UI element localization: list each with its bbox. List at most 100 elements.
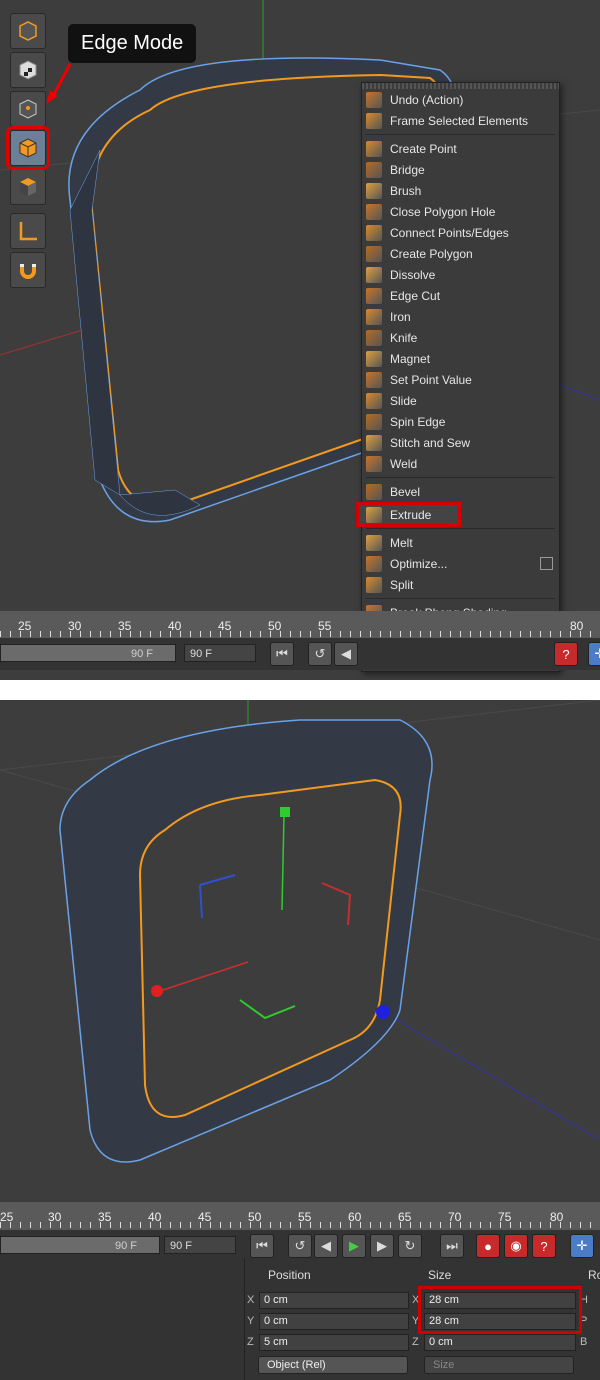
bridge-icon xyxy=(366,161,382,178)
menu-item-edge-cut[interactable]: Edge Cut xyxy=(362,285,559,306)
help-icon[interactable]: ? xyxy=(554,642,578,666)
create-point-icon xyxy=(366,140,382,157)
pos-z-field[interactable]: 5 cm xyxy=(259,1334,409,1351)
go-to-start-icon[interactable]: ⏮ xyxy=(270,642,294,666)
split-icon xyxy=(366,576,382,593)
edge-cut-icon xyxy=(366,287,382,304)
end-frame-label: 90 F xyxy=(130,648,153,660)
position-header: Position xyxy=(268,1268,311,1282)
menu-item-knife[interactable]: Knife xyxy=(362,327,559,348)
undo-icon xyxy=(366,91,382,108)
melt-icon xyxy=(366,534,382,551)
menu-item-undo[interactable]: Undo (Action) xyxy=(362,89,559,110)
edge-mode-tooltip: Edge Mode xyxy=(68,24,197,63)
frame-icon xyxy=(366,112,382,129)
size-highlight-box xyxy=(418,1286,582,1334)
timeline-ruler-bottom[interactable]: 25 30 35 40 45 50 55 60 65 70 75 80 xyxy=(0,1202,600,1230)
menu-item-label: Weld xyxy=(390,456,418,471)
menu-item-stitch[interactable]: Stitch and Sew xyxy=(362,432,559,453)
menu-item-slide[interactable]: Slide xyxy=(362,390,559,411)
loop-icon[interactable]: ↺ xyxy=(288,1234,312,1258)
menu-item-label: Connect Points/Edges xyxy=(390,225,509,240)
close-hole-icon xyxy=(366,203,382,220)
menu-item-label: Split xyxy=(390,577,414,592)
coordinate-mode-dropdown[interactable]: Object (Rel) xyxy=(258,1356,408,1374)
size-header: Size xyxy=(428,1268,452,1282)
step-back-icon[interactable]: ◀ xyxy=(334,642,358,666)
menu-item-label: Create Point xyxy=(390,141,457,156)
autokey-icon[interactable]: ◉ xyxy=(504,1234,528,1258)
menu-item-label: Bevel xyxy=(390,484,421,499)
move-tool-icon[interactable]: ✛ xyxy=(570,1234,594,1258)
pos-x-field[interactable]: 0 cm xyxy=(259,1292,409,1309)
pos-z-label: Z xyxy=(247,1336,254,1348)
menu-item-connect[interactable]: Connect Points/Edges xyxy=(362,222,559,243)
menu-item-optimize[interactable]: Optimize... xyxy=(362,553,559,574)
viewport-3d-bottom[interactable] xyxy=(0,700,600,1200)
model-mode-icon[interactable] xyxy=(10,13,46,49)
stitch-icon xyxy=(366,434,382,451)
menu-item-split[interactable]: Split xyxy=(362,574,559,595)
menu-separator xyxy=(366,598,555,599)
record-key-icon[interactable]: ● xyxy=(476,1234,500,1258)
step-back-icon[interactable]: ◀ xyxy=(314,1234,338,1258)
knife-icon xyxy=(366,329,382,346)
menu-item-extrude[interactable]: Extrude xyxy=(356,502,461,527)
menu-item-label: Brush xyxy=(390,183,422,198)
loop-icon[interactable]: ↺ xyxy=(308,642,332,666)
menu-item-label: Iron xyxy=(390,309,411,324)
snap-magnet-icon[interactable] xyxy=(10,252,46,288)
size-z-label: Z xyxy=(412,1336,419,1348)
play-icon[interactable]: ▶ xyxy=(342,1234,366,1258)
menu-item-close-hole[interactable]: Close Polygon Hole xyxy=(362,201,559,222)
size-z-field[interactable]: 0 cm xyxy=(424,1334,576,1351)
menu-item-create-polygon[interactable]: Create Polygon xyxy=(362,243,559,264)
menu-item-melt[interactable]: Melt xyxy=(362,532,559,553)
step-forward-icon[interactable]: ▶ xyxy=(370,1234,394,1258)
rot-b-label: B xyxy=(580,1336,588,1348)
axis-icon[interactable] xyxy=(10,213,46,249)
go-to-start-icon[interactable]: ⏮ xyxy=(250,1234,274,1258)
menu-item-label: Frame Selected Elements xyxy=(390,113,529,128)
polygon-mode-icon[interactable] xyxy=(10,169,46,205)
menu-item-brush[interactable]: Brush xyxy=(362,180,559,201)
menu-item-create-point[interactable]: Create Point xyxy=(362,138,559,159)
menu-item-label: Knife xyxy=(390,330,418,345)
move-tool-icon[interactable]: ✛ xyxy=(588,642,600,666)
magnet-icon xyxy=(366,350,382,367)
help-icon[interactable]: ? xyxy=(532,1234,556,1258)
menu-item-bridge[interactable]: Bridge xyxy=(362,159,559,180)
spin-edge-icon xyxy=(366,413,382,430)
menu-item-frame[interactable]: Frame Selected Elements xyxy=(362,110,559,131)
menu-item-dissolve[interactable]: Dissolve xyxy=(362,264,559,285)
menu-item-weld[interactable]: Weld xyxy=(362,453,559,474)
frame-field[interactable]: 90 F xyxy=(164,1236,236,1254)
menu-separator xyxy=(366,477,555,478)
menu-item-set-point[interactable]: Set Point Value xyxy=(362,369,559,390)
size-mode-dropdown[interactable]: Size xyxy=(424,1356,574,1374)
menu-separator xyxy=(366,134,555,135)
set-point-icon xyxy=(366,371,382,388)
context-menu: Undo (Action) Frame Selected Elements Crea… xyxy=(356,82,560,672)
menu-item-magnet[interactable]: Magnet xyxy=(362,348,559,369)
timeline-minor-ticks xyxy=(0,1222,600,1228)
menu-item-iron[interactable]: Iron xyxy=(362,306,559,327)
loop-forward-icon[interactable]: ↻ xyxy=(398,1234,422,1258)
extrude-icon xyxy=(366,506,382,523)
playback-bar-top: 90 F 90 F ⏮ ↺ ◀ ? ✛ xyxy=(0,638,600,670)
edge-mode-icon[interactable] xyxy=(6,126,50,170)
frame-range-slider[interactable]: 90 F xyxy=(0,1236,160,1254)
menu-item-spin-edge[interactable]: Spin Edge xyxy=(362,411,559,432)
go-to-end-icon[interactable]: ⏭ xyxy=(440,1234,464,1258)
pos-y-field[interactable]: 0 cm xyxy=(259,1313,409,1330)
frame-range-slider[interactable]: 90 F xyxy=(0,644,176,662)
frame-field[interactable]: 90 F xyxy=(184,644,256,662)
coordinates-panel: Position Size Ro X 0 cm X 28 cm H Y 0 cm… xyxy=(0,1258,600,1380)
menu-item-label: Slide xyxy=(390,393,417,408)
optimize-icon xyxy=(366,555,382,572)
timeline-ruler-top[interactable]: 25 30 35 40 45 50 55 80 xyxy=(0,611,600,639)
menu-item-label: Undo (Action) xyxy=(390,92,464,107)
menu-item-bevel[interactable]: Bevel xyxy=(362,481,559,502)
options-icon[interactable] xyxy=(540,557,553,570)
brush-icon xyxy=(366,182,382,199)
